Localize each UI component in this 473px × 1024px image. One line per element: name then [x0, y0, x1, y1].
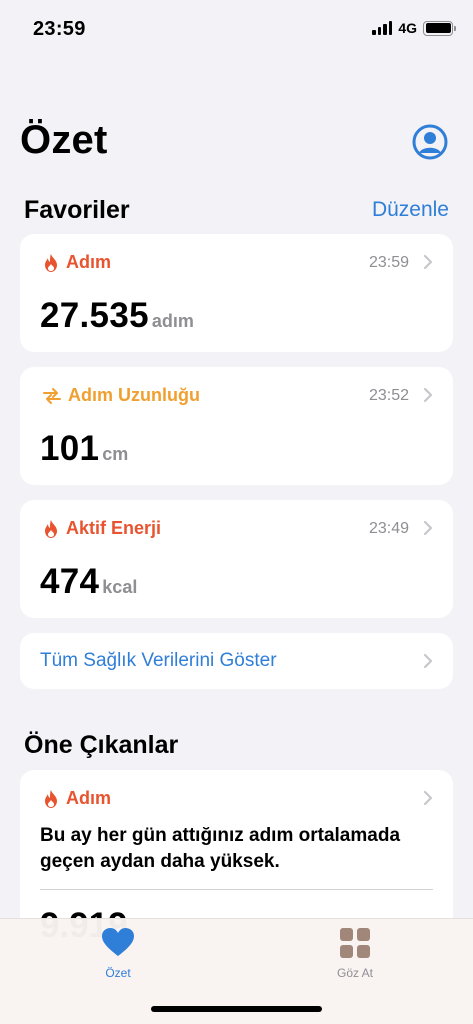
- tab-summary[interactable]: Özet: [68, 927, 168, 980]
- show-all-health-data-button[interactable]: Tüm Sağlık Verilerini Göster: [20, 633, 453, 689]
- tab-label: Göz At: [336, 966, 374, 980]
- person-circle-icon[interactable]: [412, 124, 448, 160]
- card-time: 23:49: [368, 520, 409, 537]
- grid-icon: [340, 928, 370, 958]
- heart-icon: [102, 928, 134, 956]
- card-header: Adım: [42, 788, 111, 809]
- value-number: 474: [40, 562, 100, 601]
- card-time: 23:59: [368, 254, 409, 271]
- favorite-card-active-energy[interactable]: Aktif Enerji 23:49 474 kcal: [20, 500, 453, 618]
- network-type: 4G: [398, 20, 417, 36]
- divider: [40, 889, 433, 890]
- card-header: Aktif Enerji: [42, 518, 161, 539]
- favorite-card-step-length[interactable]: Adım Uzunluğu 23:52 101 cm: [20, 367, 453, 485]
- status-indicators: 4G: [372, 20, 456, 36]
- value-unit: adım: [151, 311, 194, 331]
- chevron-right-icon: [423, 790, 433, 806]
- flame-icon: [45, 253, 57, 272]
- battery-icon: [423, 20, 456, 36]
- card-label: Aktif Enerji: [66, 518, 162, 538]
- chevron-right-icon: [423, 254, 433, 270]
- card-header: Adım: [42, 252, 111, 273]
- stride-arrows-icon: [43, 387, 61, 404]
- card-value: 101 cm: [40, 429, 128, 469]
- value-number: 27.535: [40, 296, 149, 335]
- value-unit: cm: [102, 444, 129, 464]
- chevron-right-icon: [423, 520, 433, 536]
- value-unit: kcal: [102, 577, 138, 597]
- home-indicator[interactable]: [151, 1006, 322, 1012]
- show-all-label: Tüm Sağlık Verilerini Göster: [40, 650, 277, 671]
- card-label: Adım: [66, 252, 111, 272]
- status-bar: 23:59 4G: [0, 0, 473, 60]
- tab-browse[interactable]: Göz At: [305, 927, 405, 980]
- value-number: 101: [40, 429, 100, 468]
- highlight-description: Bu ay her gün attığınız adım ortalamada …: [40, 825, 401, 872]
- tab-label: Özet: [105, 966, 131, 980]
- highlights-section-title: Öne Çıkanlar: [24, 731, 179, 759]
- card-value: 27.535 adım: [40, 296, 194, 336]
- card-header: Adım Uzunluğu: [42, 385, 200, 406]
- favorite-card-steps[interactable]: Adım 23:59 27.535 adım: [20, 234, 453, 352]
- page-title: Özet: [20, 118, 108, 162]
- flame-icon: [45, 519, 57, 538]
- card-time: 23:52: [368, 387, 409, 404]
- edit-button[interactable]: Düzenle: [372, 198, 449, 222]
- card-value: 474 kcal: [40, 562, 137, 602]
- chevron-right-icon: [423, 653, 433, 669]
- card-label: Adım: [66, 788, 111, 808]
- chevron-right-icon: [423, 387, 433, 403]
- favorites-section-title: Favoriler: [24, 196, 130, 224]
- status-time: 23:59: [33, 18, 86, 40]
- card-label: Adım Uzunluğu: [68, 385, 200, 405]
- cellular-signal-icon: [372, 21, 393, 35]
- flame-icon: [45, 789, 57, 808]
